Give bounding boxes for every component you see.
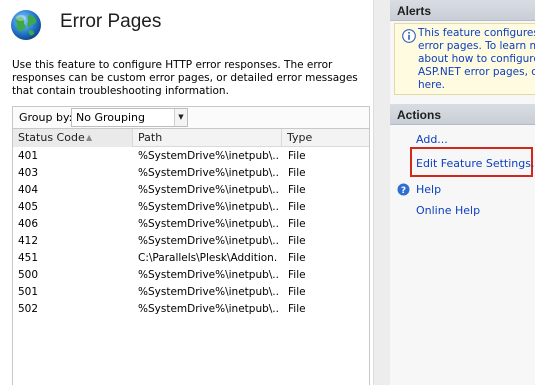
table-row[interactable]: 405 %SystemDrive%\inetpub\... File [13,199,369,216]
edit-feature-settings-link[interactable]: Edit Feature Settings... [416,157,535,170]
column-header-path[interactable]: Path [133,129,282,147]
cell-path: %SystemDrive%\inetpub\... [138,218,278,230]
actions-pane: Alerts This feature configures I error p… [390,0,535,385]
cell-type: File [288,235,306,247]
error-pages-table: Status Code ▲ Path Type 401 %SystemDrive… [12,128,370,385]
cell-status-code: 405 [18,201,39,213]
table-header: Status Code ▲ Path Type [13,129,369,147]
cell-status-code: 401 [18,150,39,162]
cell-status-code: 501 [18,286,39,298]
cell-path: %SystemDrive%\inetpub\... [138,235,278,247]
table-row[interactable]: 404 %SystemDrive%\inetpub\... File [13,182,369,199]
help-link[interactable]: Help [416,183,441,196]
group-by-bar: Group by: No Grouping ▼ [12,106,370,128]
cell-type: File [288,269,306,281]
cell-status-code: 451 [18,252,39,264]
cell-status-code: 502 [18,303,39,315]
info-icon [402,29,416,43]
table-row[interactable]: 406 %SystemDrive%\inetpub\... File [13,216,369,233]
table-row[interactable]: 403 %SystemDrive%\inetpub\... File [13,165,369,182]
cell-path: %SystemDrive%\inetpub\... [138,150,278,162]
cell-status-code: 406 [18,218,39,230]
cell-path: %SystemDrive%\inetpub\... [138,167,278,179]
table-row[interactable]: 501 %SystemDrive%\inetpub\... File [13,284,369,301]
cell-type: File [288,252,306,264]
cell-path: C:\Parallels\Plesk\Addition... [138,252,278,264]
cell-path: %SystemDrive%\inetpub\... [138,184,278,196]
group-by-value: No Grouping [76,111,145,124]
table-body: 401 %SystemDrive%\inetpub\... File 403 %… [13,148,369,318]
table-row[interactable]: 502 %SystemDrive%\inetpub\... File [13,301,369,318]
group-by-dropdown[interactable]: No Grouping ▼ [71,108,188,127]
cell-status-code: 500 [18,269,39,281]
online-help-link[interactable]: Online Help [416,204,480,217]
cell-type: File [288,218,306,230]
cell-type: File [288,167,306,179]
alert-box: This feature configures I error pages. T… [394,23,535,95]
feature-pane: Error Pages Use this feature to configur… [0,0,373,385]
cell-path: %SystemDrive%\inetpub\... [138,269,278,281]
alerts-header: Alerts [390,0,535,21]
chevron-down-icon[interactable]: ▼ [174,109,187,126]
cell-type: File [288,303,306,315]
actions-header: Actions [390,104,535,125]
cell-type: File [288,184,306,196]
sort-ascending-icon: ▲ [86,133,93,142]
help-icon: ? [397,183,410,196]
cell-status-code: 403 [18,167,39,179]
svg-text:?: ? [401,186,406,196]
feature-description: Use this feature to configure HTTP error… [12,59,358,97]
page-title: Error Pages [60,11,162,32]
cell-type: File [288,286,306,298]
cell-path: %SystemDrive%\inetpub\... [138,286,278,298]
cell-status-code: 404 [18,184,39,196]
table-row[interactable]: 500 %SystemDrive%\inetpub\... File [13,267,369,284]
column-header-label: Status Code [18,131,85,144]
cell-path: %SystemDrive%\inetpub\... [138,303,278,315]
table-row[interactable]: 451 C:\Parallels\Plesk\Addition... File [13,250,369,267]
cell-status-code: 412 [18,235,39,247]
alert-message-link[interactable]: This feature configures I error pages. T… [418,27,535,92]
add-action-link[interactable]: Add... [416,133,448,146]
column-header-status-code[interactable]: Status Code ▲ [13,129,133,147]
table-row[interactable]: 401 %SystemDrive%\inetpub\... File [13,148,369,165]
pane-splitter[interactable] [373,0,390,385]
column-header-type[interactable]: Type [282,129,369,147]
cell-path: %SystemDrive%\inetpub\... [138,201,278,213]
globe-icon [11,10,41,40]
cell-type: File [288,201,306,213]
table-row[interactable]: 412 %SystemDrive%\inetpub\... File [13,233,369,250]
cell-type: File [288,150,306,162]
group-by-label: Group by: [19,111,73,124]
